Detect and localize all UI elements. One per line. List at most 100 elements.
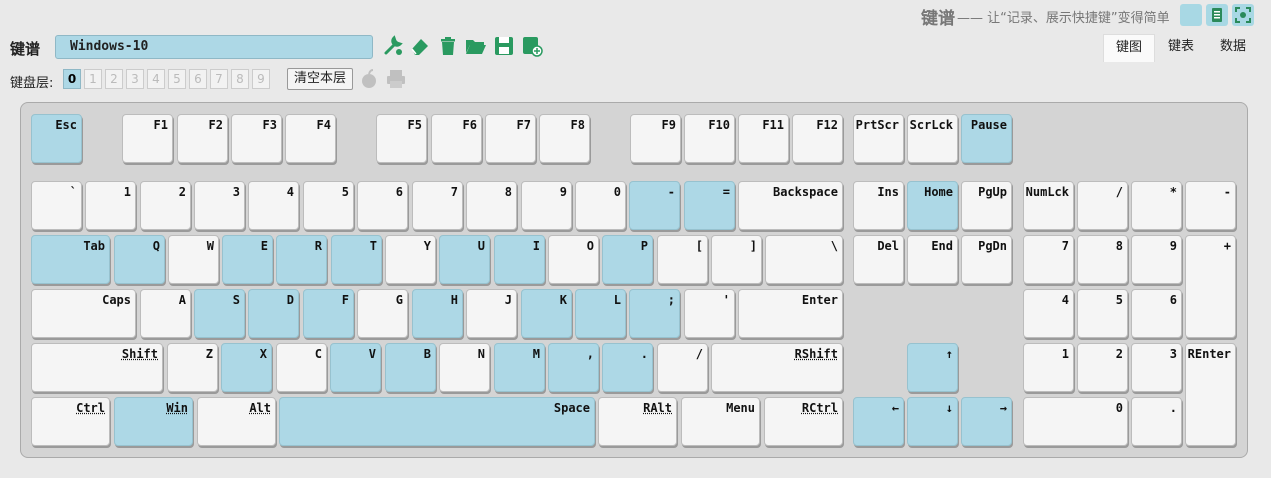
layer-button[interactable]: 3 — [126, 69, 144, 89]
key-pause[interactable]: Pause — [961, 114, 1012, 163]
key-f11[interactable]: F11 — [738, 114, 789, 163]
key-v[interactable]: V — [330, 343, 381, 392]
key-t[interactable]: T — [331, 235, 382, 284]
key-f7[interactable]: F7 — [485, 114, 536, 163]
key-minus[interactable]: - — [629, 181, 680, 230]
key-j[interactable]: J — [466, 289, 517, 338]
key-kp-subtract[interactable]: - — [1185, 181, 1236, 230]
key-right-bracket[interactable]: ] — [711, 235, 762, 284]
screenshot-icon[interactable] — [1232, 4, 1254, 26]
save-as-icon[interactable] — [521, 35, 543, 57]
key-f12[interactable]: F12 — [792, 114, 843, 163]
key-z[interactable]: Z — [167, 343, 218, 392]
key-r[interactable]: R — [276, 235, 327, 284]
key-f8[interactable]: F8 — [539, 114, 590, 163]
key-i[interactable]: I — [494, 235, 545, 284]
key-4[interactable]: 4 — [248, 181, 299, 230]
key-d[interactable]: D — [248, 289, 299, 338]
key-k[interactable]: K — [521, 289, 572, 338]
key-p[interactable]: P — [602, 235, 653, 284]
key-space[interactable]: Space — [279, 397, 595, 446]
key-kp-8[interactable]: 8 — [1077, 235, 1128, 284]
key-3[interactable]: 3 — [194, 181, 245, 230]
key-tab[interactable]: Tab — [31, 235, 110, 284]
key-comma[interactable]: , — [548, 343, 599, 392]
key-kp-9[interactable]: 9 — [1131, 235, 1182, 284]
key-w[interactable]: W — [168, 235, 219, 284]
key-backslash[interactable]: \ — [765, 235, 843, 284]
key-menu[interactable]: Menu — [681, 397, 760, 446]
key-left-ctrl[interactable]: Ctrl — [31, 397, 110, 446]
key-left-alt[interactable]: Alt — [197, 397, 276, 446]
key-f1[interactable]: F1 — [122, 114, 173, 163]
key-arrow-left[interactable]: ← — [853, 397, 904, 446]
key-8[interactable]: 8 — [466, 181, 517, 230]
key-f10[interactable]: F10 — [684, 114, 735, 163]
key-9[interactable]: 9 — [521, 181, 572, 230]
key-y[interactable]: Y — [385, 235, 436, 284]
key-e[interactable]: E — [222, 235, 273, 284]
key-right-shift[interactable]: RShift — [711, 343, 843, 392]
tab-data[interactable]: 数据 — [1207, 34, 1259, 62]
key-equal[interactable]: = — [684, 181, 735, 230]
folder-open-icon[interactable] — [465, 35, 487, 57]
key-s[interactable]: S — [194, 289, 245, 338]
key-ins[interactable]: Ins — [853, 181, 904, 230]
key-kp-3[interactable]: 3 — [1131, 343, 1182, 392]
key-x[interactable]: X — [221, 343, 272, 392]
key-end[interactable]: End — [907, 235, 958, 284]
key-kp-add[interactable]: + — [1185, 235, 1236, 338]
key-pgdn[interactable]: PgDn — [961, 235, 1012, 284]
key-f2[interactable]: F2 — [177, 114, 228, 163]
key-5[interactable]: 5 — [303, 181, 354, 230]
save-icon[interactable] — [493, 35, 515, 57]
layer-button[interactable]: 6 — [189, 69, 207, 89]
key-win[interactable]: Win — [114, 397, 193, 446]
key-kp-2[interactable]: 2 — [1077, 343, 1128, 392]
key-f[interactable]: F — [303, 289, 354, 338]
key-arrow-down[interactable]: ↓ — [907, 397, 958, 446]
key-f6[interactable]: F6 — [431, 114, 482, 163]
key-kp-7[interactable]: 7 — [1023, 235, 1074, 284]
key-home[interactable]: Home — [907, 181, 958, 230]
key-backspace[interactable]: Backspace — [738, 181, 843, 230]
tab-keymap[interactable]: 键图 — [1103, 34, 1155, 62]
key-n[interactable]: N — [439, 343, 490, 392]
key-pgup[interactable]: PgUp — [961, 181, 1012, 230]
key-arrow-right[interactable]: → — [961, 397, 1012, 446]
key-q[interactable]: Q — [114, 235, 165, 284]
key-f5[interactable]: F5 — [376, 114, 427, 163]
key-right-alt[interactable]: RAlt — [598, 397, 677, 446]
key-0[interactable]: 0 — [575, 181, 626, 230]
printer-icon[interactable] — [385, 68, 407, 90]
key-kp-divide[interactable]: / — [1077, 181, 1128, 230]
layer-button[interactable]: 9 — [252, 69, 270, 89]
key-h[interactable]: H — [412, 289, 463, 338]
key-period[interactable]: . — [602, 343, 653, 392]
trash-icon[interactable] — [437, 35, 459, 57]
layer-button[interactable]: 5 — [168, 69, 186, 89]
key-arrow-up[interactable]: ↑ — [907, 343, 958, 392]
eraser-icon[interactable] — [409, 35, 431, 57]
key-b[interactable]: B — [385, 343, 436, 392]
key-7[interactable]: 7 — [412, 181, 463, 230]
key-grave[interactable]: ` — [31, 181, 82, 230]
key-prtscr[interactable]: PrtScr — [853, 114, 904, 163]
key-right-ctrl[interactable]: RCtrl — [764, 397, 843, 446]
key-kp-enter[interactable]: REnter — [1185, 343, 1236, 446]
key-enter[interactable]: Enter — [738, 289, 843, 338]
key-6[interactable]: 6 — [357, 181, 408, 230]
wrench-icon[interactable] — [382, 35, 404, 57]
tab-keytable[interactable]: 键表 — [1155, 34, 1207, 62]
key-left-shift[interactable]: Shift — [31, 343, 163, 392]
layer-button[interactable]: 4 — [147, 69, 165, 89]
key-g[interactable]: G — [357, 289, 408, 338]
key-o[interactable]: O — [548, 235, 599, 284]
layout-name-input[interactable]: Windows-10 — [55, 35, 373, 59]
key-numlck[interactable]: NumLck — [1023, 181, 1074, 230]
apple-icon[interactable] — [358, 68, 380, 90]
key-kp-1[interactable]: 1 — [1023, 343, 1074, 392]
key-left-bracket[interactable]: [ — [657, 235, 708, 284]
key-a[interactable]: A — [140, 289, 191, 338]
key-slash[interactable]: / — [657, 343, 708, 392]
